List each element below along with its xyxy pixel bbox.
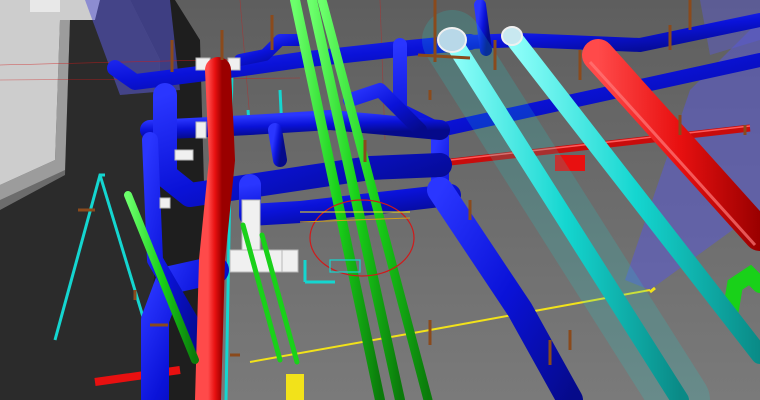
roof-vent bbox=[30, 0, 60, 12]
pipe-model-canvas bbox=[0, 0, 760, 400]
floor-marker bbox=[286, 374, 304, 400]
3d-model-viewport[interactable] bbox=[0, 0, 760, 400]
red-pipe-vertical bbox=[195, 57, 236, 400]
